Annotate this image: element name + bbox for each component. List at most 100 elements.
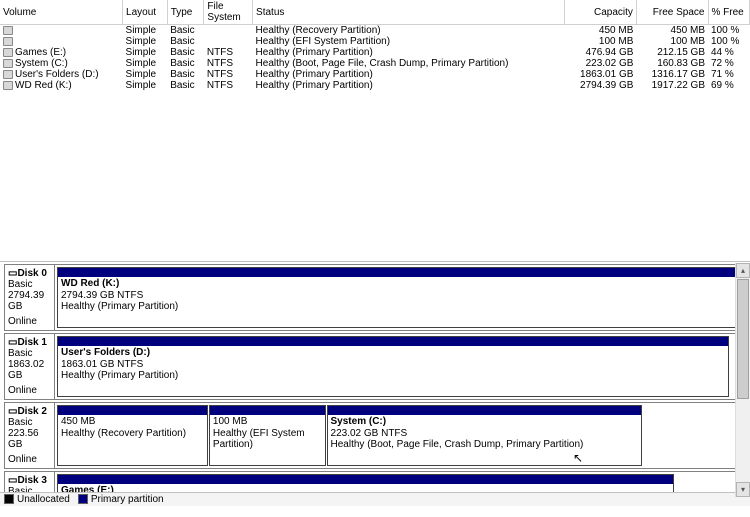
partition[interactable]: System (C:)223.02 GB NTFSHealthy (Boot, … [327, 405, 643, 466]
partition-text: WD Red (K:)2794.39 GB NTFSHealthy (Prima… [58, 277, 742, 314]
disk-icon: ▭ [8, 406, 17, 417]
volume-table: VolumeLayoutTypeFile SystemStatusCapacit… [0, 0, 750, 91]
volume-name: WD Red (K:) [15, 80, 72, 91]
column-header[interactable]: Capacity [565, 0, 637, 25]
volume-list-pane[interactable]: VolumeLayoutTypeFile SystemStatusCapacit… [0, 0, 750, 262]
cell: Basic [167, 36, 204, 47]
disk-info: Online [8, 454, 51, 465]
cell: Healthy (Boot, Page File, Crash Dump, Pr… [253, 58, 565, 69]
table-row[interactable]: SimpleBasicHealthy (Recovery Partition)4… [0, 25, 750, 37]
legend-unallocated: Unallocated [4, 494, 70, 505]
cell: 100 MB [565, 36, 637, 47]
cell: 100 MB [636, 36, 708, 47]
cell: 72 % [708, 58, 750, 69]
column-header[interactable]: Free Space [636, 0, 708, 25]
partition-size: 223.02 GB NTFS [331, 428, 639, 440]
partition[interactable]: 100 MBHealthy (EFI System Partition) [209, 405, 326, 466]
disk-info: Online [8, 316, 51, 327]
cell: 69 % [708, 80, 750, 91]
partition-name: System (C:) [331, 416, 639, 428]
cell: 44 % [708, 47, 750, 58]
cell: 223.02 GB [565, 58, 637, 69]
cell: 160.83 GB [636, 58, 708, 69]
cell: Simple [123, 80, 168, 91]
partition-name: WD Red (K:) [61, 278, 739, 290]
partition[interactable]: 450 MBHealthy (Recovery Partition) [57, 405, 208, 466]
volume-icon [3, 48, 13, 57]
disk-title: ▭Disk 1 [8, 337, 51, 348]
partition-size: 100 MB [213, 416, 322, 428]
cell: 212.15 GB [636, 47, 708, 58]
partition-color-bar [58, 406, 207, 415]
partition-status: Healthy (Primary Partition) [61, 370, 725, 382]
table-row[interactable]: User's Folders (D:)SimpleBasicNTFSHealth… [0, 69, 750, 80]
cell: 1863.01 GB [565, 69, 637, 80]
partition-status: Healthy (Boot, Page File, Crash Dump, Pr… [331, 439, 639, 451]
cell: Healthy (Primary Partition) [253, 47, 565, 58]
column-header[interactable]: % Free [708, 0, 750, 25]
partition-size: 2794.39 GB NTFS [61, 290, 739, 302]
disk-body: 450 MBHealthy (Recovery Partition)100 MB… [55, 403, 745, 468]
disk-header: ▭Disk 0Basic2794.39 GBOnline [5, 265, 55, 330]
partition-color-bar [210, 406, 325, 415]
disk-info: Basic [8, 279, 51, 290]
partition-color-bar [58, 268, 742, 277]
partition[interactable]: User's Folders (D:)1863.01 GB NTFSHealth… [57, 336, 729, 397]
disk-info: Online [8, 385, 51, 396]
partition-status: Healthy (Recovery Partition) [61, 428, 204, 440]
volume-icon [3, 26, 13, 35]
cell: 1917.22 GB [636, 80, 708, 91]
cell: 71 % [708, 69, 750, 80]
partition-color-bar [58, 337, 728, 346]
column-header[interactable]: Layout [123, 0, 168, 25]
cell [204, 36, 253, 47]
disk-row[interactable]: ▭Disk 0Basic2794.39 GBOnlineWD Red (K:)2… [4, 264, 746, 331]
cell: Simple [123, 47, 168, 58]
column-header[interactable]: Status [253, 0, 565, 25]
cell: NTFS [204, 80, 253, 91]
disk-info: Basic [8, 417, 51, 428]
cell: Healthy (Recovery Partition) [253, 25, 565, 37]
column-header[interactable]: Type [167, 0, 204, 25]
disk-info: 1863.02 GB [8, 359, 51, 381]
scroll-up-button[interactable]: ▴ [736, 263, 750, 278]
cell: NTFS [204, 58, 253, 69]
cell: Basic [167, 25, 204, 37]
cell: Healthy (EFI System Partition) [253, 36, 565, 47]
disk-body: User's Folders (D:)1863.01 GB NTFSHealth… [55, 334, 745, 399]
table-row[interactable]: System (C:)SimpleBasicNTFSHealthy (Boot,… [0, 58, 750, 69]
disk-header: ▭Disk 1Basic1863.02 GB Online [5, 334, 55, 399]
disk-row[interactable]: ▭Disk 2Basic223.56 GBOnline450 MBHealthy… [4, 402, 746, 469]
disk-body: WD Red (K:)2794.39 GB NTFSHealthy (Prima… [55, 265, 745, 330]
vertical-scrollbar[interactable]: ▴ ▾ [735, 263, 750, 497]
volume-name: System (C:) [15, 58, 68, 69]
disk-title: ▭Disk 0 [8, 268, 51, 279]
partition[interactable]: WD Red (K:)2794.39 GB NTFSHealthy (Prima… [57, 267, 743, 328]
scroll-thumb[interactable] [737, 279, 749, 399]
cell [204, 25, 253, 37]
disk-info: Basic [8, 348, 51, 359]
disk-title: ▭Disk 3 [8, 475, 51, 486]
disk-row[interactable]: ▭Disk 1Basic1863.02 GB Online User's Folde… [4, 333, 746, 400]
cell: Simple [123, 25, 168, 37]
partition-color-bar [58, 475, 673, 484]
disk-icon: ▭ [8, 268, 17, 279]
cell: Basic [167, 69, 204, 80]
column-header[interactable]: Volume [0, 0, 123, 25]
disk-graphical-pane[interactable]: ▭Disk 0Basic2794.39 GBOnlineWD Red (K:)2… [0, 262, 750, 506]
disk-title: ▭Disk 2 [8, 406, 51, 417]
cell: Simple [123, 58, 168, 69]
cell: 100 % [708, 25, 750, 37]
partition-text: 100 MBHealthy (EFI System Partition) [210, 415, 325, 452]
partition-text: User's Folders (D:)1863.01 GB NTFSHealth… [58, 346, 728, 383]
table-row[interactable]: WD Red (K:)SimpleBasicNTFSHealthy (Prima… [0, 80, 750, 91]
cell: NTFS [204, 47, 253, 58]
table-row[interactable]: Games (E:) SimpleBasicNTFSHealthy (Primar… [0, 47, 750, 58]
volume-name: Games (E:) [15, 47, 66, 58]
scroll-down-button[interactable]: ▾ [736, 482, 750, 497]
column-header[interactable]: File System [204, 0, 253, 25]
cell: Basic [167, 47, 204, 58]
cell: Basic [167, 80, 204, 91]
volume-name: User's Folders (D:) [15, 69, 99, 80]
table-row[interactable]: SimpleBasicHealthy (EFI System Partition… [0, 36, 750, 47]
